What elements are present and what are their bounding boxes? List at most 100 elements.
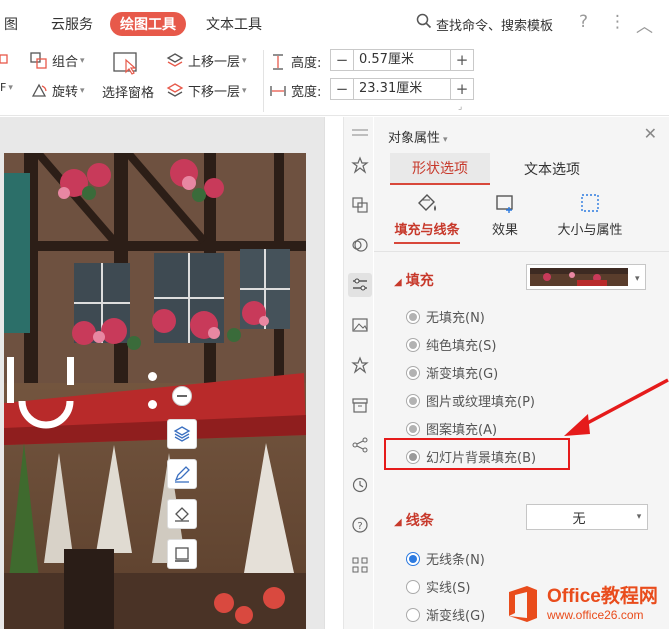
chevron-down-icon: ▾	[636, 512, 642, 522]
history-icon[interactable]	[350, 475, 370, 495]
width-icon	[270, 85, 286, 96]
fill-preview-swatch: ▾	[530, 268, 640, 286]
select-pane-icon	[113, 52, 137, 75]
select-pane-button[interactable]: 选择窗格	[102, 50, 154, 101]
bring-forward-button[interactable]: 上移一层 ▾	[166, 51, 247, 70]
transition-icon[interactable]	[350, 195, 370, 215]
fill-option-solid[interactable]: 纯色填充(S)	[406, 335, 496, 354]
pen-tool-button[interactable]	[167, 459, 197, 489]
resize-handle-bottom[interactable]	[148, 400, 157, 409]
drag-handle-icon[interactable]	[350, 123, 370, 143]
subtab-fill-and-line-label: 填充与线条	[394, 223, 460, 244]
panel-divider	[374, 251, 669, 252]
rotate-button[interactable]: 旋转 ▾	[30, 81, 85, 100]
effects-icon	[496, 195, 513, 213]
fill-section-header[interactable]: ◢ 填充	[394, 270, 434, 290]
more-icon[interactable]: ⋮	[609, 12, 626, 32]
height-icon	[273, 53, 283, 70]
office-logo-icon	[509, 585, 537, 622]
tab-shape-options[interactable]: 形状选项	[390, 153, 490, 185]
tab-text-options[interactable]: 文本选项	[502, 153, 602, 185]
animation-icon[interactable]	[350, 235, 370, 255]
width-stepper[interactable]: − 23.31厘米 +	[330, 78, 474, 100]
ribbon-partial-left-top[interactable]	[0, 52, 14, 66]
subtab-fill-and-line[interactable]: 填充与线条	[382, 191, 472, 244]
fill-bucket-icon	[418, 194, 436, 211]
menu-item-drawing-tools[interactable]: 绘图工具	[110, 12, 186, 36]
watermark-title: Office教程网	[547, 585, 658, 607]
watermark-url: www.office26.com	[547, 607, 644, 622]
rotate-label: 旋转	[52, 85, 79, 100]
subtab-size-and-properties[interactable]: 大小与属性	[538, 191, 642, 238]
fill-option-none[interactable]: 无填充(N)	[406, 307, 485, 326]
ribbon: F▾ 组合▾ 旋转▾ 选择窗格 上移一层▾ 下移一层▾ 高度: − 0	[0, 46, 669, 116]
svg-text:▾: ▾	[635, 274, 640, 284]
svg-text:?: ?	[357, 521, 362, 532]
bring-forward-label: 上移一层	[188, 55, 241, 70]
width-label: 宽度:	[291, 85, 322, 100]
menu-item-cloud[interactable]: 云服务	[51, 14, 93, 34]
fill-option-pattern[interactable]: 图案填充(A)	[406, 419, 497, 438]
help-circle-icon[interactable]: ?	[350, 515, 370, 535]
slide-background-image[interactable]	[4, 153, 306, 629]
bring-forward-icon	[166, 52, 184, 67]
remove-shape-icon[interactable]	[172, 386, 192, 406]
height-input[interactable]: 0.57厘米	[353, 50, 451, 70]
rotate-icon	[31, 83, 47, 97]
panel-title[interactable]: 对象属性 ▾	[388, 127, 448, 146]
group-icon	[30, 51, 47, 69]
line-option-solid[interactable]: 实线(S)	[406, 577, 470, 596]
fill-preview-dropdown[interactable]: ▾	[526, 264, 646, 290]
subtab-effects-label: 效果	[491, 223, 518, 238]
dialog-launcher-icon[interactable]: ⌟	[458, 102, 462, 112]
menu-item-text-tools[interactable]: 文本工具	[206, 14, 262, 34]
height-increase-button[interactable]: +	[451, 50, 473, 70]
object-properties-icon[interactable]	[348, 273, 372, 297]
height-decrease-button[interactable]: −	[331, 50, 353, 70]
subtab-size-and-properties-label: 大小与属性	[557, 223, 623, 238]
height-label: 高度:	[291, 56, 322, 71]
send-backward-button[interactable]: 下移一层 ▾	[166, 81, 247, 100]
partial-icon	[0, 54, 8, 64]
share-icon[interactable]	[350, 435, 370, 455]
ribbon-partial-left-bottom[interactable]: F ▾	[0, 81, 13, 94]
star-icon[interactable]	[350, 355, 370, 375]
layers-tool-button[interactable]	[167, 419, 197, 449]
magic-icon[interactable]	[350, 155, 370, 175]
object-properties-panel: 对象属性 ▾ ✕ 形状选项 文本选项 填充与线条 效果 大小与属性 ◢ 填充 无填充…	[374, 117, 669, 629]
app-window: 图 云服务 绘图工具 文本工具 查找命令、搜索模板 ? ⋮ ︿ F ▾ 组合 ▾ 旋…	[0, 0, 669, 629]
archive-icon[interactable]	[350, 395, 370, 415]
resize-handle-top[interactable]	[148, 372, 157, 381]
width-increase-button[interactable]: +	[451, 79, 473, 99]
menu-item-picture[interactable]: 图	[4, 14, 18, 34]
image-icon[interactable]	[350, 315, 370, 335]
line-option-gradient[interactable]: 渐变线(G)	[406, 605, 485, 624]
search-icon[interactable]	[416, 13, 432, 29]
apps-grid-icon[interactable]	[350, 555, 370, 575]
line-section-header[interactable]: ◢ 线条	[394, 510, 434, 530]
group-label: 组合	[52, 55, 79, 70]
canvas-scrollbar[interactable]	[324, 117, 343, 629]
close-icon[interactable]: ✕	[644, 124, 657, 143]
group-button[interactable]: 组合 ▾	[30, 51, 85, 70]
fill-bucket-icon	[175, 507, 189, 522]
fill-option-gradient[interactable]: 渐变填充(G)	[406, 363, 498, 382]
fill-option-picture-texture[interactable]: 图片或纹理填充(P)	[406, 391, 535, 410]
send-backward-icon	[166, 82, 184, 97]
outline-tool-button[interactable]	[167, 539, 197, 569]
line-type-dropdown[interactable]: 无 ▾	[526, 504, 648, 530]
height-label-group: 高度:	[269, 52, 321, 71]
line-option-none[interactable]: 无线条(N)	[406, 549, 485, 568]
send-backward-label: 下移一层	[188, 85, 241, 100]
subtab-effects[interactable]: 效果	[460, 191, 550, 238]
search-command-text[interactable]: 查找命令、搜索模板	[436, 15, 553, 34]
width-input[interactable]: 23.31厘米	[353, 79, 451, 99]
fill-tool-button[interactable]	[167, 499, 197, 529]
ribbon-divider	[263, 50, 264, 112]
help-icon[interactable]: ?	[579, 12, 588, 32]
height-stepper[interactable]: − 0.57厘米 +	[330, 49, 474, 71]
width-decrease-button[interactable]: −	[331, 79, 353, 99]
collapse-ribbon-icon[interactable]: ︿	[636, 12, 653, 37]
restaurant-painting-image	[4, 153, 306, 629]
select-pane-label: 选择窗格	[102, 86, 155, 101]
